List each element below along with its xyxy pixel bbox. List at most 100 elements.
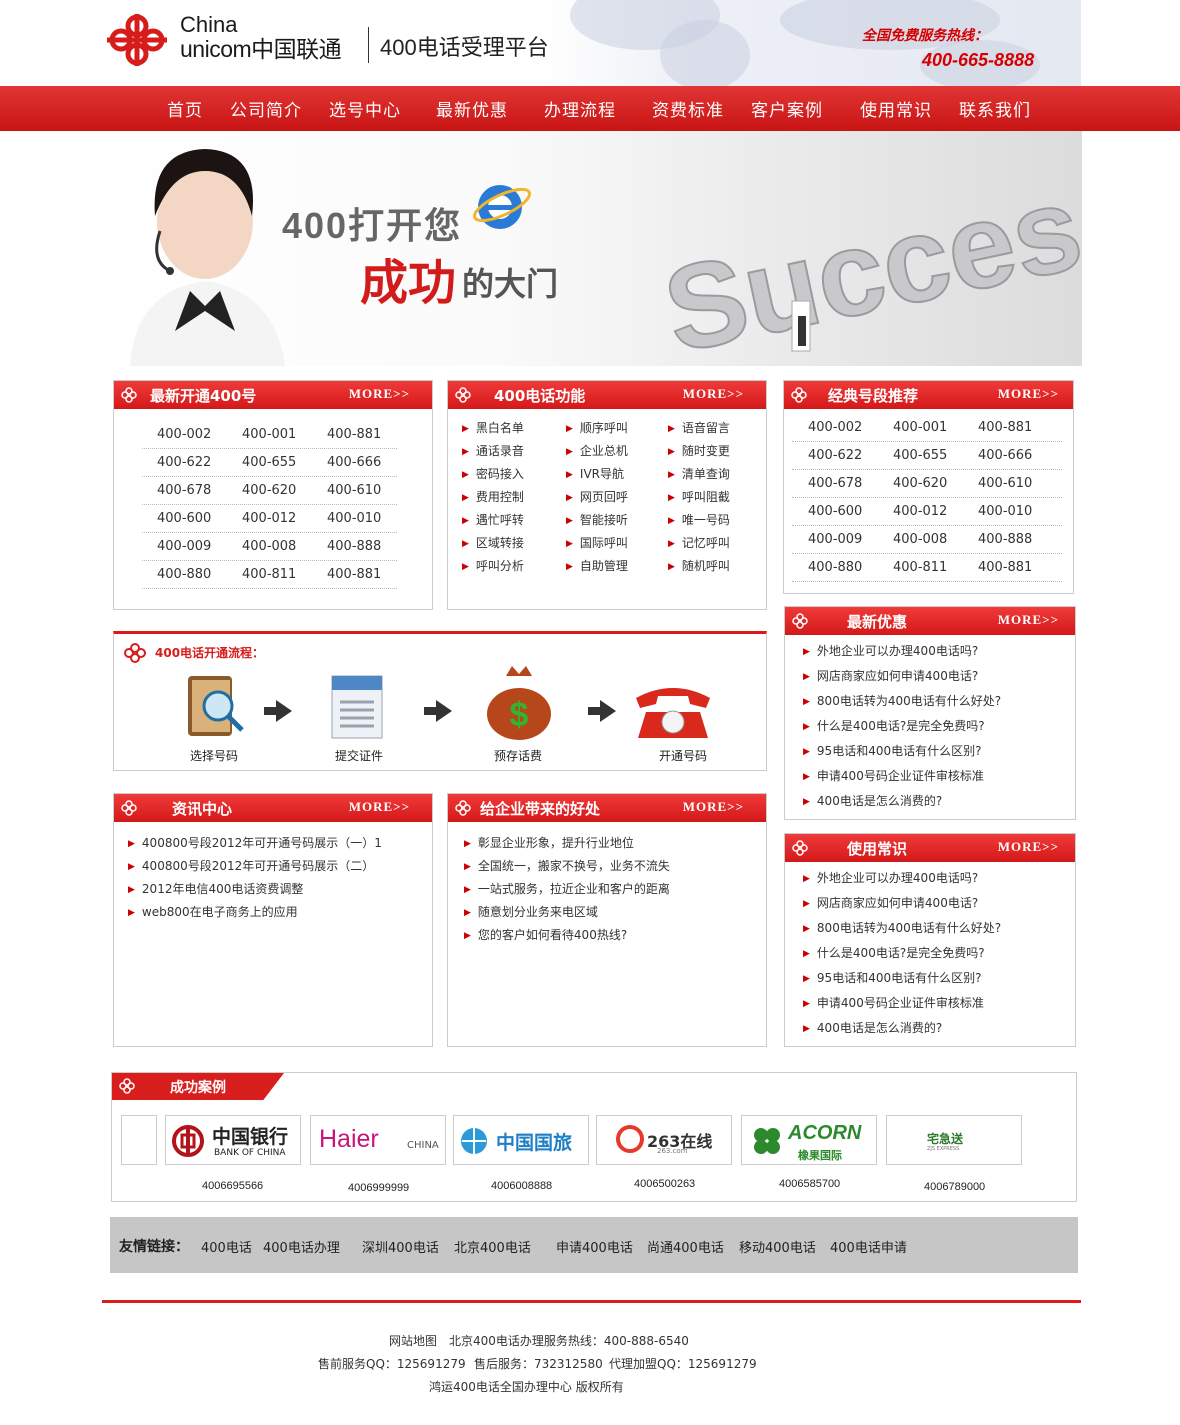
case-logo-acorn[interactable]: ACORN 橡果国际 [741, 1115, 877, 1165]
function-item[interactable]: ▶ 呼叫分析 [462, 557, 524, 574]
case-logo-cits[interactable]: 中国国旅 [453, 1115, 589, 1165]
functions-more-link[interactable]: MORE>> [683, 386, 744, 402]
friend-link[interactable]: 北京400电话 [454, 1237, 531, 1256]
number-cell[interactable]: 400-888 [327, 539, 381, 554]
nav-item-select-number[interactable]: 选号中心 [329, 96, 401, 121]
news-more-link[interactable]: MORE>> [349, 799, 410, 815]
classic-numbers-more-link[interactable]: MORE>> [998, 386, 1059, 402]
list-item[interactable]: ▶ 95电话和400电话有什么区别? [803, 969, 981, 986]
list-item[interactable]: ▶ 什么是400电话?是完全免费吗? [803, 717, 985, 734]
function-item[interactable]: ▶ 区域转接 [462, 534, 524, 551]
friend-link[interactable]: 400电话申请 [830, 1237, 907, 1256]
function-item[interactable]: ▶ 费用控制 [462, 488, 524, 505]
friend-link[interactable]: 400电话办理 [263, 1237, 340, 1256]
number-cell[interactable]: 400-010 [327, 511, 381, 526]
case-logo-zjs[interactable]: 宅急送 ZJS EXPRESS [886, 1115, 1022, 1165]
function-item[interactable]: ▶ 密码接入 [462, 465, 524, 482]
number-cell[interactable]: 400-655 [893, 448, 947, 463]
money-bag-icon[interactable]: $ [482, 662, 556, 742]
number-cell[interactable]: 400-600 [808, 504, 862, 519]
number-cell[interactable]: 400-811 [242, 567, 296, 582]
list-item[interactable]: ▶ 400电话是怎么消费的? [803, 792, 942, 809]
number-cell[interactable]: 400-888 [978, 532, 1032, 547]
number-cell[interactable]: 400-622 [157, 455, 211, 470]
address-book-icon[interactable] [180, 670, 252, 742]
nav-item-about[interactable]: 公司简介 [230, 96, 302, 121]
list-item[interactable]: ▶ 2012年电信400电话资费调整 [128, 880, 303, 897]
list-item[interactable]: ▶ 400800号段2012年可开通号码展示（二） [128, 857, 374, 874]
number-cell[interactable]: 400-622 [808, 448, 862, 463]
friend-link[interactable]: 尚通400电话 [647, 1237, 724, 1256]
number-cell[interactable]: 400-002 [157, 427, 211, 442]
list-item[interactable]: ▶ web800在电子商务上的应用 [128, 903, 298, 920]
number-cell[interactable]: 400-881 [978, 560, 1032, 575]
list-item[interactable]: ▶ 一站式服务，拉近企业和客户的距离 [464, 880, 670, 897]
number-cell[interactable]: 400-881 [327, 427, 381, 442]
number-cell[interactable]: 400-009 [157, 539, 211, 554]
list-item[interactable]: ▶ 网店商家应如何申请400电话? [803, 894, 978, 911]
hero-banner[interactable]: 400打开您 成功 的大门 Success [110, 131, 1082, 366]
function-item[interactable]: ▶ 清单查询 [668, 465, 730, 482]
function-item[interactable]: ▶ 智能接听 [566, 511, 628, 528]
list-item[interactable]: ▶ 400800号段2012年可开通号码展示（一）1 [128, 834, 382, 851]
number-cell[interactable]: 400-001 [893, 420, 947, 435]
footer-sitemap-link[interactable]: 网站地图 [389, 1332, 437, 1349]
function-item[interactable]: ▶ 随时变更 [668, 442, 730, 459]
number-cell[interactable]: 400-811 [893, 560, 947, 575]
benefits-more-link[interactable]: MORE>> [683, 799, 744, 815]
function-item[interactable]: ▶ 语音留言 [668, 419, 730, 436]
nav-item-pricing[interactable]: 资费标准 [652, 96, 724, 121]
nav-item-home[interactable]: 首页 [167, 96, 203, 121]
telephone-icon[interactable] [628, 678, 718, 742]
number-cell[interactable]: 400-008 [242, 539, 296, 554]
function-item[interactable]: ▶ 黑白名单 [462, 419, 524, 436]
number-cell[interactable]: 400-620 [242, 483, 296, 498]
number-cell[interactable]: 400-666 [978, 448, 1032, 463]
new-numbers-more-link[interactable]: MORE>> [349, 386, 410, 402]
number-cell[interactable]: 400-620 [893, 476, 947, 491]
number-cell[interactable]: 400-610 [978, 476, 1032, 491]
function-item[interactable]: ▶ 顺序呼叫 [566, 419, 628, 436]
number-cell[interactable]: 400-678 [808, 476, 862, 491]
number-cell[interactable]: 400-655 [242, 455, 296, 470]
function-item[interactable]: ▶ 网页回呼 [566, 488, 628, 505]
number-cell[interactable]: 400-610 [327, 483, 381, 498]
function-item[interactable]: ▶ 通话录音 [462, 442, 524, 459]
list-item[interactable]: ▶ 彰显企业形象，提升行业地位 [464, 834, 634, 851]
number-cell[interactable]: 400-600 [157, 511, 211, 526]
list-item[interactable]: ▶ 什么是400电话?是完全免费吗? [803, 944, 985, 961]
number-cell[interactable]: 400-880 [157, 567, 211, 582]
number-cell[interactable]: 400-012 [893, 504, 947, 519]
function-item[interactable]: ▶ 记忆呼叫 [668, 534, 730, 551]
list-item[interactable]: ▶ 800电话转为400电话有什么好处? [803, 919, 1001, 936]
number-cell[interactable]: 400-002 [808, 420, 862, 435]
number-cell[interactable]: 400-009 [808, 532, 862, 547]
list-item[interactable]: ▶ 网店商家应如何申请400电话? [803, 667, 978, 684]
number-cell[interactable]: 400-880 [808, 560, 862, 575]
list-item[interactable]: ▶ 申请400号码企业证件审核标准 [803, 994, 984, 1011]
number-cell[interactable]: 400-881 [327, 567, 381, 582]
list-item[interactable]: ▶ 95电话和400电话有什么区别? [803, 742, 981, 759]
list-item[interactable]: ▶ 随意划分业务来电区域 [464, 903, 598, 920]
number-cell[interactable]: 400-010 [978, 504, 1032, 519]
china-unicom-logo-icon[interactable] [103, 12, 171, 68]
nav-item-contact[interactable]: 联系我们 [959, 96, 1031, 121]
friend-link[interactable]: 申请400电话 [556, 1237, 633, 1256]
nav-item-cases[interactable]: 客户案例 [751, 96, 823, 121]
function-item[interactable]: ▶ 遇忙呼转 [462, 511, 524, 528]
function-item[interactable]: ▶ 随机呼叫 [668, 557, 730, 574]
list-item[interactable]: ▶ 外地企业可以办理400电话吗? [803, 869, 978, 886]
nav-item-process[interactable]: 办理流程 [544, 96, 616, 121]
list-item[interactable]: ▶ 全国统一，搬家不换号，业务不流失 [464, 857, 670, 874]
nav-item-promotions[interactable]: 最新优惠 [436, 96, 508, 121]
function-item[interactable]: ▶ 唯一号码 [668, 511, 730, 528]
number-cell[interactable]: 400-008 [893, 532, 947, 547]
function-item[interactable]: ▶ 国际呼叫 [566, 534, 628, 551]
tips-more-link[interactable]: MORE>> [998, 839, 1059, 855]
document-icon[interactable] [326, 672, 390, 742]
case-logo-263[interactable]: 263在线 263.com [596, 1115, 732, 1165]
case-logo-partial[interactable] [121, 1115, 157, 1165]
number-cell[interactable]: 400-666 [327, 455, 381, 470]
function-item[interactable]: ▶ 呼叫阻截 [668, 488, 730, 505]
number-cell[interactable]: 400-678 [157, 483, 211, 498]
